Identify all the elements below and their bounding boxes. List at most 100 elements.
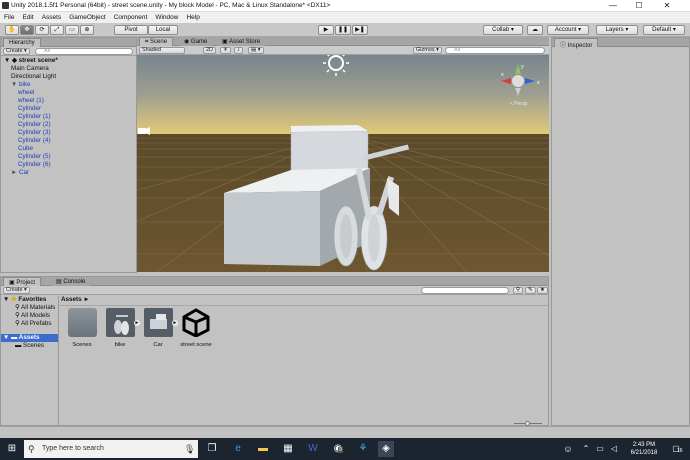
- assets-scenes-row[interactable]: ▬ Scenes: [15, 342, 44, 350]
- tab-hierarchy[interactable]: Hierarchy: [3, 38, 41, 47]
- fav-all-materials[interactable]: ⚲ All Materials: [15, 304, 55, 312]
- project-search-input[interactable]: [421, 287, 509, 294]
- pivot-toggle[interactable]: Pivot: [114, 25, 148, 35]
- hierarchy-item[interactable]: Main Camera: [11, 65, 49, 73]
- bike-prefab-thumbnail: [105, 308, 135, 337]
- project-create-button[interactable]: Create ▾: [3, 287, 30, 294]
- menu-window[interactable]: Window: [151, 12, 182, 21]
- tab-asset-store[interactable]: ▣ Asset Store: [217, 37, 266, 46]
- hand-tool-button[interactable]: ✋: [5, 25, 19, 35]
- maximize-button[interactable]: ☐: [628, 0, 650, 12]
- audio-toggle[interactable]: ♪: [234, 47, 243, 54]
- hierarchy-create-button[interactable]: Create ▾: [3, 48, 30, 55]
- menu-component[interactable]: Component: [110, 12, 152, 21]
- microphone-icon[interactable]: 🎙: [184, 440, 195, 458]
- notifications-icon[interactable]: ▢ 16: [668, 441, 684, 457]
- windows-start-icon[interactable]: ⊞: [4, 441, 20, 457]
- menu-edit[interactable]: Edit: [18, 12, 37, 21]
- fav-all-prefabs[interactable]: ⚲ All Prefabs: [15, 320, 51, 328]
- effects-toggle[interactable]: ▤ ▾: [248, 47, 264, 54]
- cloud-icon[interactable]: ☁: [527, 25, 543, 35]
- assets-breadcrumb[interactable]: Assets ►: [61, 296, 90, 303]
- favorites-header[interactable]: ▼ ★ Favorites: [3, 296, 46, 304]
- asset-scenes-folder[interactable]: Scenes: [62, 308, 102, 348]
- menu-gameobject[interactable]: GameObject: [65, 12, 110, 21]
- search-by-type-icon[interactable]: ⚲: [513, 287, 524, 294]
- scale-tool-button[interactable]: ⤢: [50, 25, 64, 35]
- tab-project[interactable]: ▣ Project: [3, 277, 42, 286]
- mode-2d-toggle[interactable]: 2D: [203, 47, 217, 54]
- hierarchy-item[interactable]: wheel (1): [18, 97, 44, 105]
- collapse-arrow-icon[interactable]: ►: [11, 169, 19, 176]
- app-icon-badge[interactable]: ◉9: [330, 441, 346, 457]
- hierarchy-tree: ▼ ◆ street scene* Main Camera Directional…: [1, 56, 136, 271]
- menu-assets[interactable]: Assets: [38, 12, 66, 21]
- hierarchy-item[interactable]: Cylinder: [18, 105, 41, 113]
- scene-view[interactable]: y z x < Persp: [137, 46, 549, 272]
- hierarchy-item[interactable]: Cylinder (3): [18, 129, 51, 137]
- local-toggle[interactable]: Local: [148, 25, 178, 35]
- transform-tool-button[interactable]: ⊕: [80, 25, 94, 35]
- file-explorer-icon[interactable]: ▬: [255, 441, 271, 457]
- scene-search-input[interactable]: All: [445, 47, 545, 54]
- menu-help[interactable]: Help: [182, 12, 203, 21]
- gizmos-dropdown[interactable]: Gizmos ▾: [413, 47, 442, 54]
- account-dropdown[interactable]: Account ▾: [547, 25, 589, 35]
- breadcrumb-divider: [59, 305, 548, 306]
- camera-gizmo-icon[interactable]: [138, 127, 150, 135]
- hierarchy-search-input[interactable]: All: [35, 48, 133, 55]
- people-tray-icon[interactable]: ☺: [560, 441, 576, 457]
- play-button[interactable]: ▶: [318, 25, 334, 35]
- unity-taskbar-icon[interactable]: ◈: [378, 441, 394, 457]
- main-toolbar: ✋ ✥ ⟳ ⤢ ▭ ⊕ Pivot Local ▶ ❚❚ ▶❚ Collab ▾…: [0, 23, 690, 37]
- tab-console[interactable]: ▤ Console: [51, 277, 91, 286]
- favorite-star-icon[interactable]: ★: [537, 287, 548, 294]
- hierarchy-item[interactable]: wheel: [18, 89, 34, 97]
- move-tool-button[interactable]: ✥: [20, 25, 34, 35]
- taskbar-search-box[interactable]: ⚲ Type here to search 🎙: [24, 440, 198, 458]
- menu-file[interactable]: File: [0, 12, 18, 21]
- asset-bike-prefab[interactable]: bike: [100, 308, 140, 348]
- store-icon[interactable]: ▦: [280, 441, 296, 457]
- tab-game[interactable]: ◉ Game: [179, 37, 213, 46]
- persp-label: < Persp: [510, 101, 528, 107]
- hierarchy-item-label: Cylinder (3): [18, 129, 51, 136]
- minimize-button[interactable]: —: [602, 0, 624, 12]
- fav-all-models[interactable]: ⚲ All Models: [15, 312, 50, 320]
- lighting-toggle[interactable]: ☀: [220, 47, 231, 54]
- scene-root-row[interactable]: ▼ ◆ street scene*: [4, 57, 58, 65]
- tab-scene[interactable]: ⌗ Scene: [139, 37, 174, 46]
- expand-arrow-icon[interactable]: ▼: [11, 81, 19, 88]
- layout-dropdown[interactable]: Default ▾: [643, 25, 685, 35]
- hierarchy-item[interactable]: Directional Light: [11, 73, 56, 81]
- hierarchy-item[interactable]: Cylinder (5): [18, 153, 51, 161]
- rect-tool-button[interactable]: ▭: [65, 25, 79, 35]
- asset-street-scene[interactable]: street scene: [176, 308, 216, 348]
- hierarchy-item[interactable]: Cube: [18, 145, 33, 153]
- taskbar-clock[interactable]: 2:43 PM 6/21/2018: [624, 441, 664, 457]
- volume-icon[interactable]: ◁: [606, 441, 622, 457]
- hierarchy-item[interactable]: ► Car: [11, 169, 29, 177]
- step-button[interactable]: ▶❚: [352, 25, 368, 35]
- hierarchy-item[interactable]: Cylinder (1): [18, 113, 51, 121]
- task-view-icon[interactable]: ❐: [204, 441, 220, 457]
- search-by-label-icon[interactable]: ✎: [525, 287, 536, 294]
- inspector-tabbar: ⓘ Inspector: [552, 38, 689, 49]
- assets-root-row[interactable]: ▼ ▬ Assets: [1, 334, 58, 342]
- hierarchy-item[interactable]: Cylinder (4): [18, 137, 51, 145]
- scene-viewport[interactable]: y z x < Persp: [137, 46, 549, 272]
- shading-dropdown[interactable]: Shaded: [139, 47, 185, 54]
- close-button[interactable]: ✕: [656, 0, 678, 12]
- hierarchy-item[interactable]: Cylinder (2): [18, 121, 51, 129]
- layers-dropdown[interactable]: Layers ▾: [596, 25, 638, 35]
- pause-button[interactable]: ❚❚: [335, 25, 351, 35]
- edge-browser-icon[interactable]: e: [230, 441, 246, 457]
- word-icon[interactable]: W: [305, 441, 321, 457]
- asset-car-prefab[interactable]: Car: [138, 308, 178, 348]
- hierarchy-item[interactable]: Cylinder (6): [18, 161, 51, 169]
- people-icon[interactable]: ⚘: [355, 441, 371, 457]
- collab-dropdown[interactable]: Collab ▾: [483, 25, 523, 35]
- hierarchy-item[interactable]: ▼ bike: [11, 81, 31, 89]
- tab-inspector[interactable]: ⓘ Inspector: [554, 38, 599, 49]
- rotate-tool-button[interactable]: ⟳: [35, 25, 49, 35]
